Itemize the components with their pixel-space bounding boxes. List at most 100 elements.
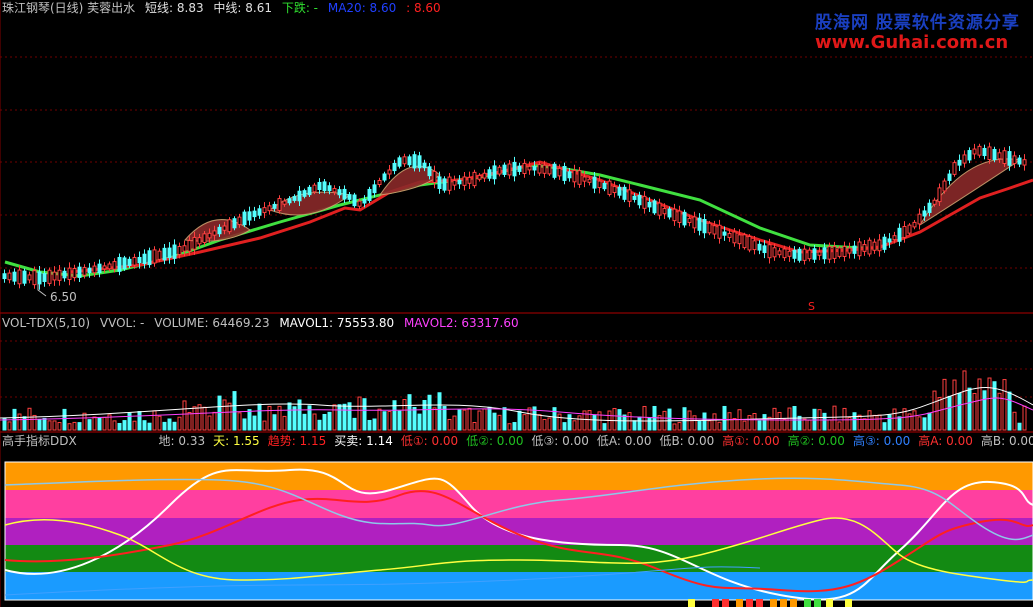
volume-bar	[82, 412, 87, 431]
ddx-value-3: 买卖: 1.14	[334, 434, 393, 448]
volume-bar	[872, 414, 877, 431]
candle-body	[312, 184, 317, 193]
candle-body	[1012, 155, 1017, 165]
volume-bar	[232, 391, 237, 431]
volume-bar	[837, 421, 842, 431]
candle-body	[547, 165, 552, 175]
candle-body	[667, 208, 672, 218]
candle-body	[107, 263, 112, 270]
candle-body	[402, 156, 407, 165]
candle-body	[112, 261, 117, 270]
candle-body	[417, 155, 422, 169]
volume-bar	[1022, 405, 1027, 431]
candle-body	[967, 150, 972, 161]
candle-body	[512, 161, 517, 177]
candle-body	[882, 236, 887, 250]
mavol2-value: MAVOL2: 63317.60	[403, 316, 519, 330]
ma-red-line	[69, 160, 1033, 274]
volume-bar	[892, 408, 897, 431]
ddx-band-0	[5, 462, 1033, 490]
volume-bar	[477, 410, 482, 431]
short-line-value: 短线: 8.83	[145, 1, 204, 15]
candle-body	[837, 247, 842, 257]
volume-bar	[952, 379, 957, 431]
candle-body	[792, 249, 797, 259]
volume-bar	[17, 413, 22, 431]
volume-bar	[632, 420, 637, 431]
volume-bar	[987, 377, 992, 431]
candle-body	[917, 213, 922, 225]
candle-body	[167, 247, 172, 259]
volume-bar	[147, 422, 152, 431]
candle-body	[842, 245, 847, 257]
volume-bar	[577, 415, 582, 431]
volume-bar	[772, 407, 777, 431]
candle-body	[447, 176, 452, 191]
candle-body	[17, 269, 22, 285]
ddx-band-1	[5, 490, 1033, 518]
volume-bar	[587, 410, 592, 431]
candle-body	[582, 176, 587, 182]
candle-body	[202, 233, 207, 243]
signal-bar-4	[746, 599, 753, 607]
volume-bar	[877, 414, 882, 431]
volume-bar	[332, 404, 337, 431]
candle-body	[382, 173, 387, 181]
ddx-panel-header: 高手指标DDX 地: 0.33 天: 1.55 趋势: 1.15 买卖: 1.14 低①…	[2, 434, 1033, 448]
candle-body	[627, 189, 632, 202]
candle-body	[42, 273, 47, 282]
ddx-value-4: 低①: 0.00	[400, 434, 459, 448]
volume-bar	[717, 421, 722, 431]
candle-body	[387, 169, 392, 175]
volume-bar	[47, 420, 52, 431]
volume-bar	[377, 408, 382, 431]
candle-body	[372, 184, 377, 194]
volume-bar	[117, 422, 122, 431]
candle-body	[197, 237, 202, 245]
volume-bar	[822, 412, 827, 431]
candle-body	[492, 165, 497, 180]
volume-bar	[137, 411, 142, 431]
candle-body	[997, 152, 1002, 160]
volume-bar	[527, 407, 532, 431]
volume-bar	[207, 415, 212, 431]
candle-body	[857, 241, 862, 257]
candle-body	[957, 159, 962, 166]
volume-bar	[497, 414, 502, 431]
volume-bar	[257, 403, 262, 431]
volume-bar	[932, 390, 937, 431]
candle-body	[642, 195, 647, 209]
volume-bar	[132, 420, 137, 431]
candle-body	[977, 145, 982, 156]
volume-bar	[282, 415, 287, 431]
volume-bar	[647, 417, 652, 431]
volume-bar	[152, 410, 157, 431]
signal-bar-1	[712, 599, 719, 607]
candle-body	[527, 165, 532, 171]
candle-body	[572, 169, 577, 183]
candle-body	[847, 247, 852, 254]
volume-bar	[182, 400, 187, 431]
volume-bar	[897, 416, 902, 431]
volume-bar	[522, 414, 527, 431]
volume-bar	[72, 421, 77, 431]
candle-body	[612, 186, 617, 194]
candle-body	[162, 247, 167, 261]
volume-bar	[807, 419, 812, 431]
candle-body	[937, 187, 942, 203]
candle-body	[787, 250, 792, 257]
candle-body	[497, 166, 502, 175]
volume-bar	[287, 402, 292, 431]
volume-bar	[32, 414, 37, 431]
volume-bar	[557, 413, 562, 431]
volume-bar	[392, 400, 397, 431]
candle-body	[637, 194, 642, 206]
candle-body	[517, 165, 522, 172]
ddx-value-10: 高②: 0.00	[787, 434, 845, 448]
candle-body	[407, 156, 412, 166]
candle-body	[177, 245, 182, 255]
volume-bar	[517, 410, 522, 431]
ddx-value-13: 高B: 0.00	[980, 434, 1033, 448]
volume-bar	[222, 399, 227, 431]
volume-bar	[742, 420, 747, 431]
